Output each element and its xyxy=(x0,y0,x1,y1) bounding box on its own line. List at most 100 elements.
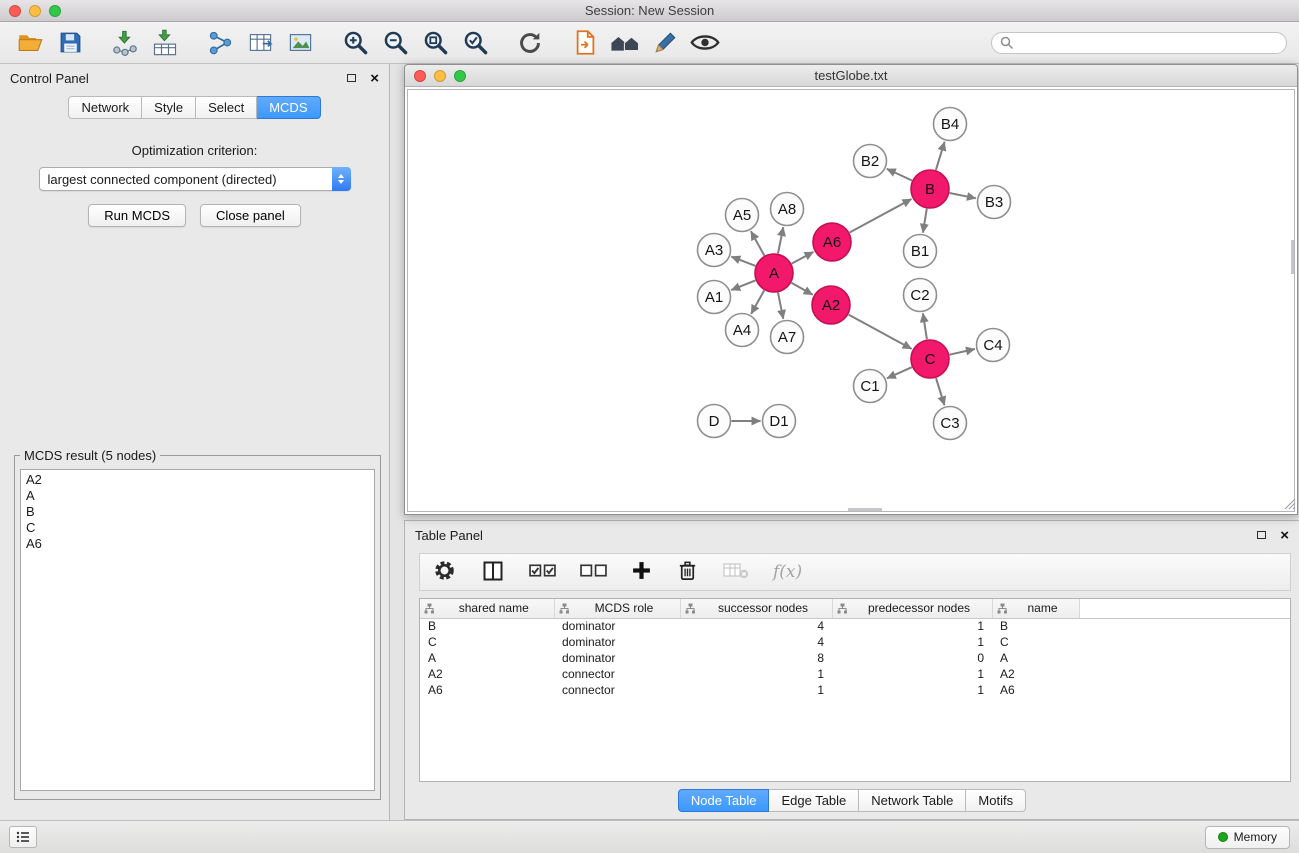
table-cell[interactable]: connector xyxy=(554,666,680,682)
column-header-name[interactable]: name xyxy=(992,599,1079,618)
import-table-file-button[interactable] xyxy=(147,25,183,61)
graph-edge-C-C2[interactable] xyxy=(923,313,927,339)
tab-mcds[interactable]: MCDS xyxy=(257,96,320,119)
zoom-in-button[interactable] xyxy=(337,25,373,61)
zoom-selected-button[interactable] xyxy=(457,25,493,61)
graph-node-A5[interactable]: A5 xyxy=(726,199,759,232)
mcds-result-list[interactable]: A2ABCA6 xyxy=(20,469,375,791)
new-table-button[interactable] xyxy=(242,25,278,61)
column-header-mcds-role[interactable]: MCDS role xyxy=(554,599,680,618)
graph-edge-A-A6[interactable] xyxy=(792,252,814,264)
criterion-select[interactable]: largest connected component (directed) xyxy=(39,167,351,191)
tab-network-table[interactable]: Network Table xyxy=(859,789,966,812)
close-panel-icon[interactable]: × xyxy=(1280,528,1289,543)
minimize-window-button[interactable] xyxy=(29,5,41,17)
graph-node-B2[interactable]: B2 xyxy=(854,145,887,178)
graph-edge-B-B1[interactable] xyxy=(923,209,927,233)
graph-edge-A6-B[interactable] xyxy=(850,199,912,233)
table-cell[interactable]: 1 xyxy=(832,682,992,698)
graph-node-B4[interactable]: B4 xyxy=(934,108,967,141)
memory-button[interactable]: Memory xyxy=(1205,826,1290,849)
graph-edge-A-A3[interactable] xyxy=(731,257,755,266)
table-row[interactable]: A6connector11A6 xyxy=(420,682,1290,698)
table-cell[interactable]: 0 xyxy=(832,650,992,666)
select-all-button[interactable] xyxy=(529,562,556,582)
table-cell[interactable]: A xyxy=(420,650,554,666)
zoom-window-button[interactable] xyxy=(49,5,61,17)
delete-column-button[interactable] xyxy=(676,559,699,585)
float-panel-icon[interactable] xyxy=(1257,531,1266,539)
show-hide-graphics-button[interactable] xyxy=(687,25,723,61)
horizontal-scrollbar[interactable] xyxy=(848,508,882,511)
table-cell[interactable]: 4 xyxy=(680,618,832,634)
table-cell[interactable]: dominator xyxy=(554,650,680,666)
tab-select[interactable]: Select xyxy=(196,96,257,119)
graph-node-A4[interactable]: A4 xyxy=(726,314,759,347)
table-cell[interactable]: dominator xyxy=(554,618,680,634)
graph-node-A2[interactable]: A2 xyxy=(812,286,850,324)
graph-edge-A-A4[interactable] xyxy=(751,290,764,314)
table-row[interactable]: A2connector11A2 xyxy=(420,666,1290,682)
graph-edge-C-C3[interactable] xyxy=(936,378,945,405)
graph-node-A7[interactable]: A7 xyxy=(771,321,804,354)
graph-edge-A-A2[interactable] xyxy=(791,283,812,295)
table-cell[interactable]: 1 xyxy=(680,682,832,698)
table-cell[interactable]: C xyxy=(420,634,554,650)
add-column-button[interactable] xyxy=(631,560,652,584)
close-network-window-button[interactable] xyxy=(414,70,426,82)
graph-node-A6[interactable]: A6 xyxy=(813,223,851,261)
show-panels-button[interactable] xyxy=(9,826,37,848)
table-cell[interactable]: A2 xyxy=(420,666,554,682)
list-item[interactable]: B xyxy=(26,504,369,520)
graph-edge-B-B4[interactable] xyxy=(936,142,945,170)
list-item[interactable]: A xyxy=(26,488,369,504)
open-session-button[interactable] xyxy=(12,25,48,61)
table-cell[interactable]: 1 xyxy=(832,618,992,634)
show-columns-button[interactable] xyxy=(481,559,505,586)
graph-node-D1[interactable]: D1 xyxy=(763,405,796,438)
resize-grip-icon[interactable] xyxy=(1284,498,1296,513)
table-cell[interactable]: connector xyxy=(554,682,680,698)
graph-edge-C-C1[interactable] xyxy=(887,367,912,378)
close-panel-button[interactable]: Close panel xyxy=(200,204,301,227)
table-cell[interactable]: C xyxy=(992,634,1079,650)
table-settings-button[interactable] xyxy=(432,558,457,586)
list-item[interactable]: A6 xyxy=(26,536,369,552)
table-cell[interactable]: 8 xyxy=(680,650,832,666)
close-window-button[interactable] xyxy=(9,5,21,17)
table-cell[interactable]: A xyxy=(992,650,1079,666)
table-cell[interactable]: 1 xyxy=(832,666,992,682)
apply-layout-button[interactable] xyxy=(512,25,548,61)
graph-node-C2[interactable]: C2 xyxy=(904,279,937,312)
graph-node-A[interactable]: A xyxy=(755,254,793,292)
table-cell[interactable]: dominator xyxy=(554,634,680,650)
vertical-scrollbar[interactable] xyxy=(1291,240,1294,274)
run-mcds-button[interactable]: Run MCDS xyxy=(88,204,186,227)
table-cell[interactable]: A6 xyxy=(992,682,1079,698)
minimize-network-window-button[interactable] xyxy=(434,70,446,82)
table-row[interactable]: Adominator80A xyxy=(420,650,1290,666)
graph-node-B3[interactable]: B3 xyxy=(978,186,1011,219)
export-image-button[interactable] xyxy=(282,25,318,61)
graph-edge-A-A5[interactable] xyxy=(751,231,764,255)
fx-function-button[interactable]: f(x) xyxy=(773,562,802,582)
tab-node-table[interactable]: Node Table xyxy=(678,789,770,812)
export-document-button[interactable] xyxy=(567,25,603,61)
import-network-file-button[interactable] xyxy=(107,25,143,61)
list-item[interactable]: A2 xyxy=(26,472,369,488)
table-cell[interactable]: 1 xyxy=(680,666,832,682)
deselect-all-button[interactable] xyxy=(580,562,607,582)
graph-node-C[interactable]: C xyxy=(911,340,949,378)
graph-node-C3[interactable]: C3 xyxy=(934,407,967,440)
column-header-predecessor-nodes[interactable]: predecessor nodes xyxy=(832,599,992,618)
close-panel-icon[interactable]: × xyxy=(370,71,379,86)
tab-style[interactable]: Style xyxy=(142,96,196,119)
table-row[interactable]: Bdominator41B xyxy=(420,618,1290,634)
table-cell[interactable]: A2 xyxy=(992,666,1079,682)
home-button[interactable] xyxy=(607,25,643,61)
table-cell[interactable]: 1 xyxy=(832,634,992,650)
table-cell[interactable]: A6 xyxy=(420,682,554,698)
zoom-network-window-button[interactable] xyxy=(454,70,466,82)
table-cell[interactable]: 4 xyxy=(680,634,832,650)
column-header-shared-name[interactable]: shared name xyxy=(420,599,554,618)
